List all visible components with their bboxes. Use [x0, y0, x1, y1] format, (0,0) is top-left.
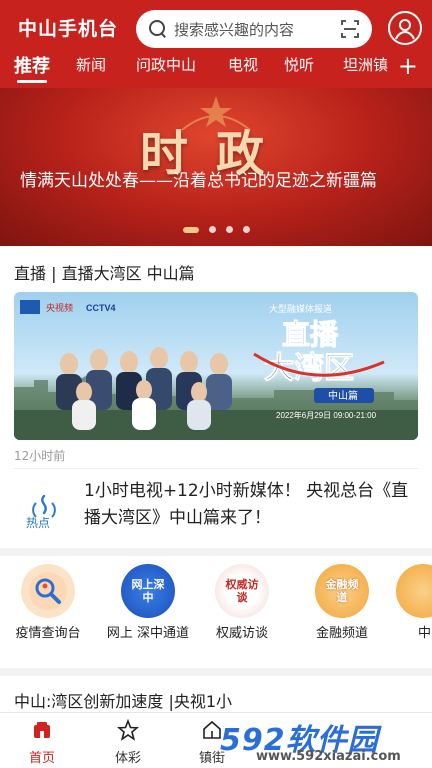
magnifier-icon: [21, 564, 75, 618]
live-section-title[interactable]: 直播 | 直播大湾区 中山篇: [14, 260, 195, 284]
search-placeholder: 搜索感兴趣的内容: [174, 20, 295, 39]
entry-icon-text: 网上深中: [131, 578, 165, 604]
tab-tv[interactable]: 电视: [228, 54, 258, 75]
tab-news[interactable]: 新闻: [76, 54, 106, 75]
section-separator: [0, 668, 432, 676]
watermark: 592软件园 www.592xiazai.com: [216, 715, 432, 768]
entry-label: 网上 深中通道: [106, 626, 190, 641]
carousel-dot[interactable]: [182, 226, 199, 233]
banner-carousel[interactable]: 时政 情满天山处处春——沿着总书记的足迹之新疆篇: [0, 88, 432, 246]
hot-topic-label: 热点: [26, 516, 51, 530]
channel-tabs: 推荐 新闻 问政中山 电视 悦听 坦洲镇 +: [0, 50, 432, 88]
hot-news-text[interactable]: 1小时电视+12小时新媒体！ 央视总台《直播大湾区》中山篇来了！: [84, 478, 414, 532]
shenzhong-icon: 网上深中: [121, 564, 175, 618]
poster-title-line2: 大湾区: [264, 351, 354, 385]
watermark-url: www.592xiazai.com: [256, 749, 401, 764]
app-title: 中山手机台: [18, 18, 119, 40]
entry-label: 中: [418, 626, 432, 641]
carousel-dot[interactable]: [225, 226, 233, 233]
tab-tanzhou[interactable]: 坦洲镇: [343, 54, 388, 75]
entry-finance[interactable]: 金融频道 金融频道: [298, 564, 386, 642]
search-input[interactable]: 搜索感兴趣的内容: [136, 10, 372, 48]
active-tab-indicator: [17, 80, 47, 83]
nav-home[interactable]: 首页: [12, 719, 72, 766]
entry-icon: [396, 564, 432, 618]
user-icon: [395, 19, 415, 40]
nav-lottery[interactable]: 体彩: [98, 718, 158, 766]
poster-subtitle: 中山篇: [328, 389, 358, 402]
tab-recommend[interactable]: 推荐: [14, 52, 50, 78]
news-headline[interactable]: 中山:湾区创新加速度 |央视1小: [14, 688, 232, 712]
app-header: 中山手机台 搜索感兴趣的内容 推荐 新闻 问政中山 电视 悦听 坦洲镇 +: [0, 0, 432, 88]
entry-icon-text: 金融频道: [325, 578, 359, 604]
entry-icon-text: 权威访谈: [225, 578, 259, 604]
carousel-indicator: [0, 226, 432, 233]
timestamp: 12小时前: [14, 449, 66, 463]
poster-logo-cctv4: CCTV4: [86, 303, 116, 313]
entry-label: 金融频道: [315, 626, 368, 641]
user-avatar-button[interactable]: [388, 11, 422, 45]
poster-title-line1: 直播: [282, 319, 339, 350]
interview-icon: 权威访谈: [215, 564, 269, 618]
divider: [14, 468, 418, 469]
nav-label: 体彩: [114, 751, 141, 766]
entry-epidemic-query[interactable]: 疫情查询台: [4, 564, 92, 642]
entry-partial[interactable]: 中: [396, 564, 432, 642]
live-poster-art: 央视频 CCTV4 大型融媒体报道 直播 大湾区 中山篇 2022年6月29日 …: [14, 300, 418, 440]
star-icon: [116, 718, 140, 741]
entry-shenzhong-channel[interactable]: 网上深中 网上 深中通道: [104, 564, 192, 642]
nav-label: 首页: [28, 751, 55, 766]
live-poster-image[interactable]: 央视频 CCTV4 大型融媒体报道 直播 大湾区 中山篇 2022年6月29日 …: [14, 292, 418, 440]
home-icon: [34, 722, 50, 738]
add-channel-button[interactable]: +: [384, 50, 432, 88]
tab-audio[interactable]: 悦听: [284, 54, 314, 75]
section-separator: [0, 548, 432, 556]
tab-wenzheng[interactable]: 问政中山: [136, 54, 196, 75]
poster-report-tag: 大型融媒体报道: [269, 303, 332, 314]
banner-headline[interactable]: 情满天山处处春——沿着总书记的足迹之新疆篇: [20, 168, 416, 195]
plus-icon: +: [397, 52, 418, 80]
finance-icon: 金融频道: [315, 564, 369, 618]
carousel-dot[interactable]: [242, 226, 250, 233]
scan-icon[interactable]: [340, 19, 360, 39]
entry-interview[interactable]: 权威访谈 权威访谈: [198, 564, 286, 642]
entry-label: 权威访谈: [215, 626, 268, 641]
carousel-dot[interactable]: [208, 226, 216, 233]
search-icon: [148, 19, 168, 39]
entry-label: 疫情查询台: [15, 626, 81, 641]
poster-date: 2022年6月29日 09:00-21:00: [276, 410, 377, 420]
poster-logo-yangshipin: 央视频: [46, 302, 73, 313]
